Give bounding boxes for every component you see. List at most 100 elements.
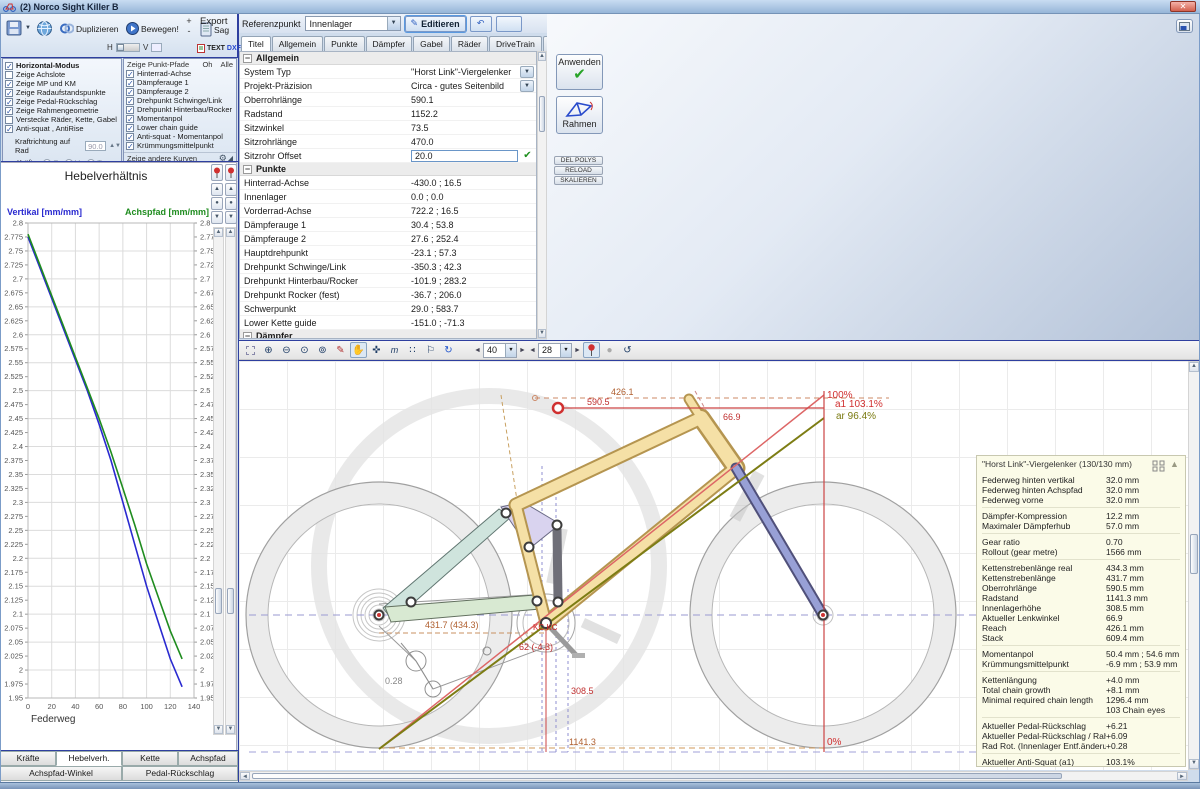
collapse-triangle-icon[interactable]: ▲ [1170,459,1179,472]
display-option-item[interactable]: ✓ Horizontal-Modus [3,61,121,70]
property-row[interactable]: Hinterrad-Achse -430.0 ; 16.5 [240,176,536,190]
point-path-item[interactable]: ✓ Dämpferauge 1 [124,78,236,87]
chevron-down-icon[interactable]: ▼ [520,65,534,78]
collapse-icon[interactable]: − [243,164,252,174]
tab-allgemein[interactable]: Allgemein [271,36,324,51]
tab-gabel[interactable]: Gabel [413,36,450,51]
checkbox-icon[interactable]: ✓ [126,87,134,96]
close-button[interactable]: ✕ [1170,1,1196,12]
spin-down[interactable]: - [184,26,194,36]
property-row[interactable]: Sitzwinkel 73.5 [240,121,536,135]
checkbox-icon[interactable]: ✓ [126,96,134,105]
zoom-prev-arrow[interactable]: ◄ [473,343,482,358]
zoom-out-tool[interactable]: ⊖ [278,342,295,358]
wheel-size-select[interactable]: 28 ▼ [538,342,572,358]
curve-tab-kette[interactable]: Kette [122,751,178,766]
force-direction-spinner[interactable]: ▲▼ [109,143,121,149]
display-option-item[interactable]: ✓ Zeige Pedal-Rückschlag [3,97,121,106]
point-path-item[interactable]: ✓ Drehpunkt Hinterbau/Rocker [124,105,236,114]
checkbox-icon[interactable]: ✓ [5,97,13,106]
reload-button[interactable]: RELOAD [554,166,603,175]
checkbox-icon[interactable]: ✓ [5,61,13,70]
zoom-level-select[interactable]: 40 ▼ [483,342,517,358]
sphere-tool[interactable]: ● [601,342,618,358]
zoom-in-tool[interactable]: ⊕ [260,342,277,358]
edit-button[interactable]: ✎ Editieren [404,15,466,32]
zoom-next-arrow[interactable]: ► [518,343,527,358]
rotate-reset-tool[interactable]: ↺ [619,342,636,358]
display-option-item[interactable]: ✓ Zeige MP und KM [3,79,121,88]
display-option-item[interactable]: ✓ Zeige Rahmengeometrie [3,106,121,115]
property-row[interactable]: Radstand 1152.2 [240,107,536,121]
property-row[interactable]: Projekt-Präzision Circa - gutes Seitenbil… [240,79,536,93]
checkbox-icon[interactable]: ✓ [126,123,134,132]
section-header-allgemein[interactable]: − Allgemein [240,52,536,65]
frame-button[interactable]: Rahmen [556,96,603,134]
save-dropdown-arrow[interactable]: ▼ [25,25,31,31]
apply-button[interactable]: Anwenden ✔ [556,54,603,90]
layout-icon[interactable] [1152,460,1166,472]
section-header-dämpfer[interactable]: − Dämpfer [240,330,536,338]
checkbox-icon[interactable]: ✓ [126,78,134,87]
drawing-canvas[interactable]: 426.1 590.5 100% a1 103.1% ar 96.4% 66.9 431.7… [239,361,1188,770]
refresh-tool[interactable]: ↻ [440,342,457,358]
point-path-item[interactable]: ✓ Lower chain guide [124,123,236,132]
wheel-next-arrow[interactable]: ► [573,343,582,358]
tab-dämpfer[interactable]: Dämpfer [365,36,413,51]
zoom-fit-tool[interactable]: ⊚ [314,342,331,358]
property-row[interactable]: Drehpunkt Rocker (fest) -36.7 ; 206.0 [240,288,536,302]
export-label[interactable]: Export [200,16,227,27]
property-row[interactable]: Hauptdrehpunkt -23.1 ; 57.3 [240,246,536,260]
checkbox-icon[interactable]: ✓ [126,105,134,114]
property-input[interactable]: 20.0 [411,149,518,162]
property-row[interactable]: Vorderrad-Achse 722.2 ; 16.5 [240,204,536,218]
curve-tab-pedalrckschlag[interactable]: Pedal-Rückschlag [122,766,238,781]
curve-tab-krfte[interactable]: Kräfte [0,751,56,766]
zoom-window-tool[interactable]: ⊙ [296,342,313,358]
checkbox-icon[interactable]: ✓ [126,69,134,78]
right-axis-scrollbar[interactable]: ▲ ▼ [225,227,236,735]
point-path-item[interactable]: ✓ Momentanpol [124,114,236,123]
undo-button[interactable]: ↶ [469,15,492,32]
point-path-item[interactable]: ✓ Drehpunkt Schwinge/Link [124,96,236,105]
measure-tool[interactable]: m [386,342,403,358]
checkbox-icon[interactable]: ✓ [5,124,13,133]
curve-tab-achspfadwinkel[interactable]: Achspfad-Winkel [0,766,122,781]
grid-toggle-tool[interactable]: ∷ [404,342,421,358]
point-path-item[interactable]: ✓ Hinterrad-Achse [124,69,236,78]
extra-tool-button[interactable] [495,15,522,32]
checkbox-icon[interactable]: ✓ [5,79,13,88]
property-row[interactable]: Sitzrohrlänge 470.0 [240,135,536,149]
chevron-down-icon[interactable]: ▼ [386,17,400,30]
property-row[interactable]: Drehpunkt Hinterbau/Rocker -101.9 ; 283.2 [240,274,536,288]
display-option-item[interactable]: Zeige Achslote [3,70,121,79]
property-row[interactable]: Dämpferauge 1 30.4 ; 53.8 [240,218,536,232]
property-row[interactable]: Innenlager 0.0 ; 0.0 [240,190,536,204]
point-paths-none-link[interactable]: Oh [202,60,212,69]
tab-drivetrain[interactable]: DriveTrain [488,36,542,51]
collapse-icon[interactable]: − [243,53,252,63]
save-button[interactable]: ▼ [3,18,34,38]
curve-tab-hebelverh[interactable]: Hebelverh. [56,751,122,766]
display-option-item[interactable]: Verstecke Räder, Kette, Gabel [3,115,121,124]
web-button[interactable] [33,18,56,39]
skalieren-button[interactable]: SKALIEREN [554,176,603,185]
export-text-button[interactable]: TEXT [207,45,225,52]
tab-titel[interactable]: Titel [241,36,271,52]
left-axis-scrollbar[interactable]: ▲ ▼ [213,227,224,735]
duplicate-button[interactable]: Duplizieren [57,20,122,37]
force-direction-input[interactable]: 90.0 [85,141,107,151]
checkbox-icon[interactable]: ✓ [126,114,134,123]
point-path-item[interactable]: ✓ Krümmungsmittelpunkt [124,141,236,150]
property-row[interactable]: Lower Kette guide -151.0 ; -71.3 [240,316,536,330]
h-slider[interactable] [116,43,140,52]
property-grid-scrollbar[interactable]: ▲ ▼ [537,51,547,339]
move-button[interactable]: Bewegen! [123,20,182,37]
property-row[interactable]: Oberrohrlänge 590.1 [240,93,536,107]
point-path-item[interactable]: ✓ Dämpferauge 2 [124,87,236,96]
pan-hand-tool[interactable]: ✋ [350,342,367,358]
property-row[interactable]: Drehpunkt Schwinge/Link -350.3 ; 42.3 [240,260,536,274]
checkbox-icon[interactable] [5,115,13,124]
checkbox-icon[interactable]: ✓ [126,141,134,150]
tab-räder[interactable]: Räder [450,36,488,51]
